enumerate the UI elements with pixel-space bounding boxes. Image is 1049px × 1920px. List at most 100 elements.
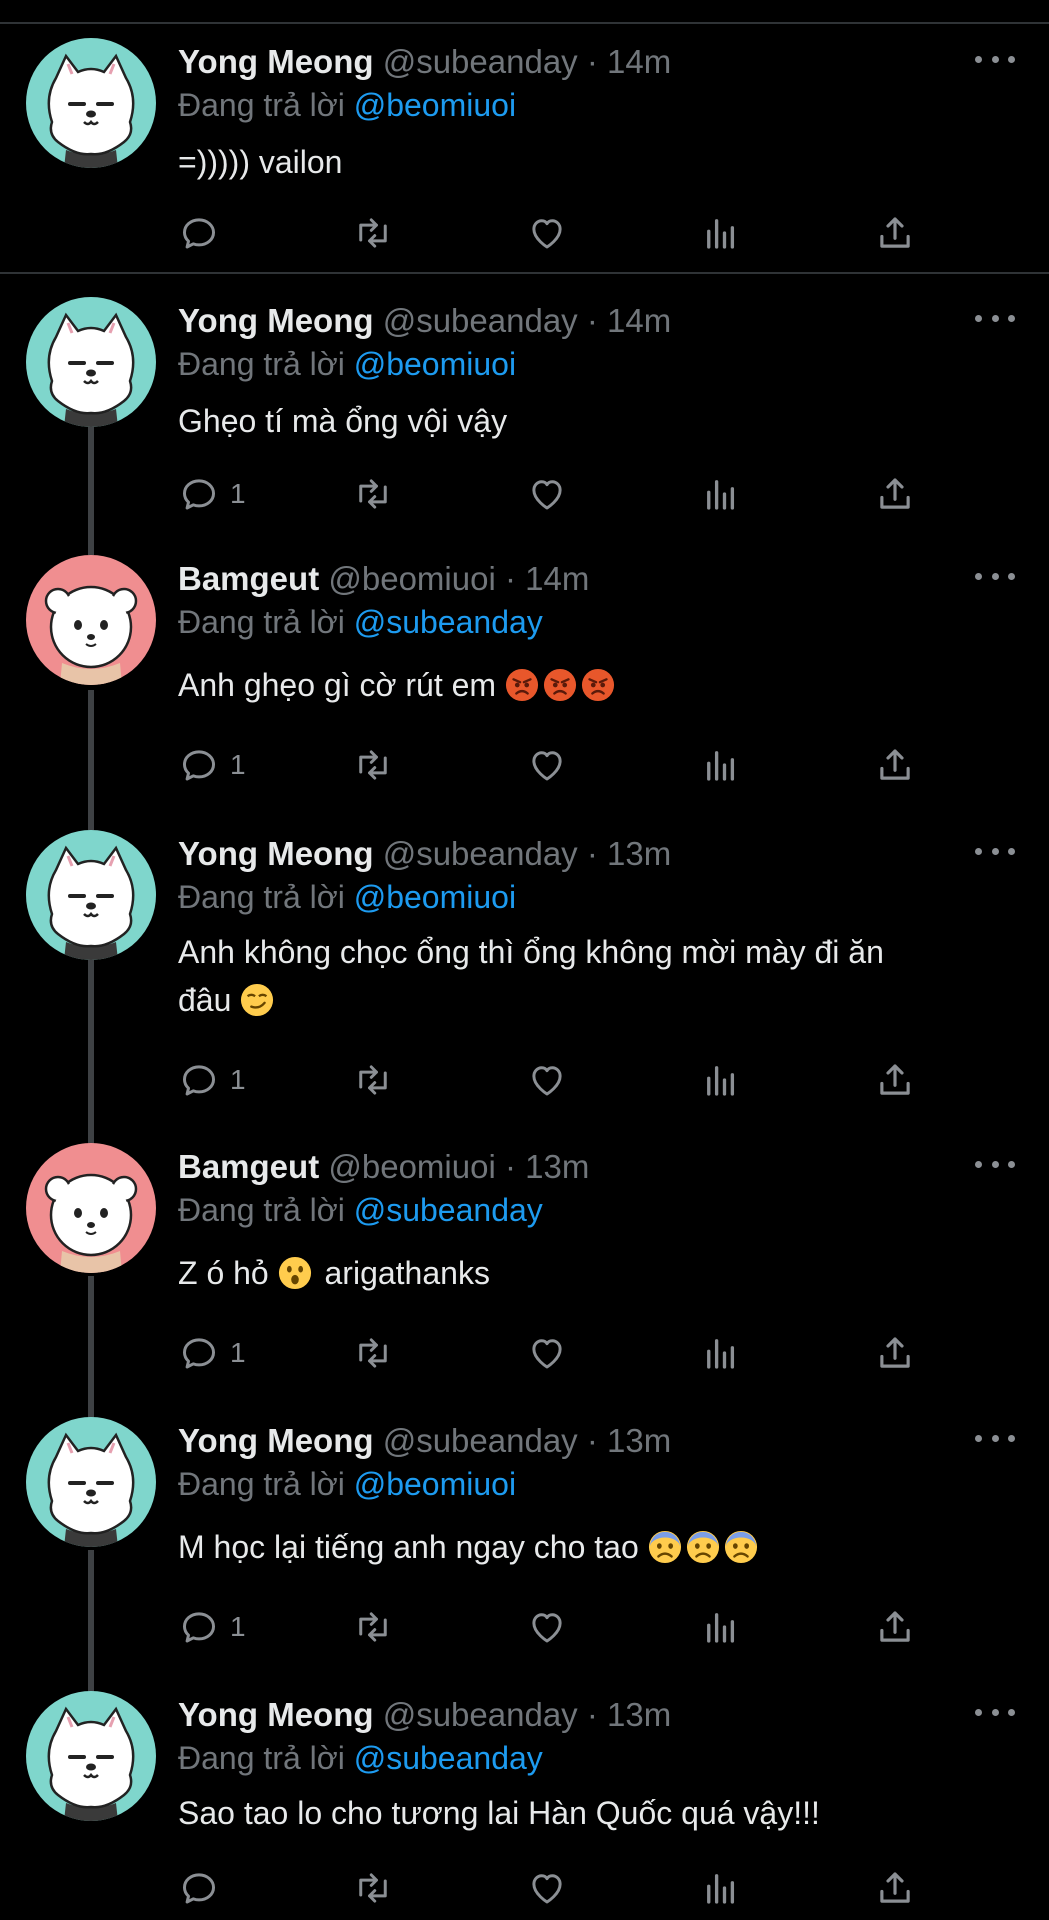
reply-button[interactable]: 1 [178,1602,246,1652]
tweet[interactable]: Yong Meong @subeanday · 14m Đang trả lời… [0,38,1049,258]
like-button[interactable] [526,1602,568,1652]
avatar[interactable] [26,1417,156,1547]
timestamp[interactable]: 14m [607,302,671,339]
more-icon[interactable] [975,1423,1015,1453]
share-icon [874,212,916,254]
mention-link[interactable]: @beomiuoi [354,1466,516,1502]
user-handle[interactable]: @subeanday [383,302,578,339]
tweet[interactable]: Yong Meong @subeanday · 14m Đang trả lời… [0,297,1049,537]
more-icon[interactable] [975,836,1015,866]
user-handle[interactable]: @subeanday [383,1696,578,1733]
share-button[interactable] [874,1863,916,1913]
tweet[interactable]: Bamgeut @beomiuoi · 13m Đang trả lời @su… [0,1143,1049,1393]
display-name[interactable]: Bamgeut [178,1148,319,1185]
display-name[interactable]: Yong Meong [178,1696,374,1733]
views-button[interactable] [700,469,742,519]
mention-link[interactable]: @beomiuoi [354,879,516,915]
share-icon [874,1332,916,1374]
like-button[interactable] [526,208,568,258]
display-name[interactable]: Yong Meong [178,302,374,339]
avatar[interactable] [26,830,156,960]
display-name[interactable]: Bamgeut [178,560,319,597]
share-button[interactable] [874,1602,916,1652]
avatar[interactable] [26,555,156,685]
views-button[interactable] [700,1328,742,1378]
tweet-text-body: Anh ghẹo gì cờ rút em [178,667,497,703]
reply-button[interactable] [178,208,220,258]
surprised-face-emoji [278,1256,312,1290]
timestamp[interactable]: 13m [607,835,671,872]
tweet[interactable]: Yong Meong @subeanday · 13m Đang trả lời… [0,830,1049,1120]
fearful-face-emoji [724,1530,758,1564]
reply-button[interactable]: 1 [178,469,246,519]
more-icon[interactable] [975,561,1015,591]
user-handle[interactable]: @beomiuoi [328,1148,495,1185]
more-icon[interactable] [975,1697,1015,1727]
user-handle[interactable]: @beomiuoi [328,560,495,597]
reply-button[interactable]: 1 [178,1328,246,1378]
reply-button[interactable]: 1 [178,740,246,790]
like-button[interactable] [526,1863,568,1913]
like-button[interactable] [526,1055,568,1105]
share-button[interactable] [874,1328,916,1378]
display-name[interactable]: Yong Meong [178,1422,374,1459]
timestamp[interactable]: 13m [607,1422,671,1459]
angry-face-emoji [505,668,539,702]
reply-icon [178,1059,220,1101]
like-button[interactable] [526,740,568,790]
avatar[interactable] [26,38,156,168]
like-button[interactable] [526,1328,568,1378]
avatar[interactable] [26,1691,156,1821]
display-name[interactable]: Yong Meong [178,835,374,872]
more-icon[interactable] [975,303,1015,333]
timestamp[interactable]: 13m [525,1148,589,1185]
separator-dot: · [504,1148,516,1185]
avatar[interactable] [26,297,156,427]
views-button[interactable] [700,1055,742,1105]
user-handle[interactable]: @subeanday [383,1422,578,1459]
retweet-button[interactable] [352,1863,394,1913]
tweet[interactable]: Yong Meong @subeanday · 13m Đang trả lời… [0,1417,1049,1667]
timestamp[interactable]: 13m [607,1696,671,1733]
like-button[interactable] [526,469,568,519]
mention-link[interactable]: @beomiuoi [354,87,516,123]
share-button[interactable] [874,1055,916,1105]
retweet-button[interactable] [352,1602,394,1652]
views-button[interactable] [700,1863,742,1913]
mention-link[interactable]: @beomiuoi [354,346,516,382]
retweet-icon [352,744,394,786]
display-name[interactable]: Yong Meong [178,43,374,80]
timestamp[interactable]: 14m [525,560,589,597]
retweet-button[interactable] [352,1328,394,1378]
avatar[interactable] [26,1143,156,1273]
views-button[interactable] [700,1602,742,1652]
reply-button[interactable] [178,1863,220,1913]
reply-button[interactable]: 1 [178,1055,246,1105]
reply-prefix: Đang trả lời [178,346,345,382]
retweet-button[interactable] [352,469,394,519]
retweet-button[interactable] [352,1055,394,1105]
mention-link[interactable]: @subeanday [354,1192,543,1228]
reply-count: 1 [230,1611,246,1642]
mention-link[interactable]: @subeanday [354,604,543,640]
mention-link[interactable]: @subeanday [354,1740,543,1776]
reply-icon [178,1867,220,1909]
retweet-button[interactable] [352,740,394,790]
views-button[interactable] [700,740,742,790]
tweet-text: Sao tao lo cho tương lai Hàn Quốc quá vậ… [178,1795,820,1831]
more-icon[interactable] [975,44,1015,74]
views-button[interactable] [700,208,742,258]
share-button[interactable] [874,740,916,790]
retweet-button[interactable] [352,208,394,258]
reply-prefix: Đang trả lời [178,879,345,915]
reply-icon [178,1606,220,1648]
timestamp[interactable]: 14m [607,43,671,80]
share-button[interactable] [874,208,916,258]
fearful-face-emoji [648,1530,682,1564]
user-handle[interactable]: @subeanday [383,835,578,872]
tweet[interactable]: Yong Meong @subeanday · 13m Đang trả lời… [0,1691,1049,1920]
share-button[interactable] [874,469,916,519]
tweet[interactable]: Bamgeut @beomiuoi · 14m Đang trả lời @su… [0,555,1049,805]
more-icon[interactable] [975,1149,1015,1179]
user-handle[interactable]: @subeanday [383,43,578,80]
